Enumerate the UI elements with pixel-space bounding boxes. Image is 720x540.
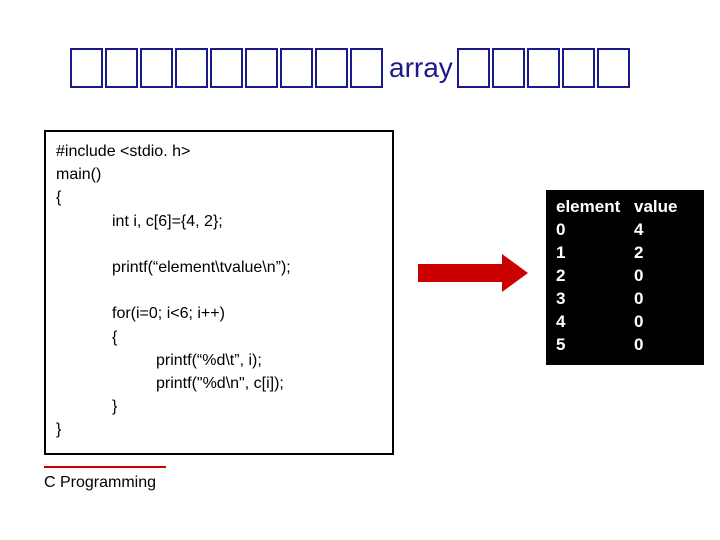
output-cell-value: 4	[634, 219, 643, 242]
placeholder-glyph-icon	[527, 48, 560, 88]
code-line: {	[56, 326, 382, 349]
placeholder-glyph-icon	[105, 48, 138, 88]
output-cell-value: 0	[634, 334, 643, 357]
output-cell-value: 0	[634, 311, 643, 334]
code-line	[56, 233, 382, 256]
output-row: 20	[556, 265, 694, 288]
output-cell-element: 5	[556, 334, 634, 357]
output-cell-element: 0	[556, 219, 634, 242]
output-cell-element: 2	[556, 265, 634, 288]
output-row: 04	[556, 219, 694, 242]
code-line: main()	[56, 163, 382, 186]
output-cell-element: 3	[556, 288, 634, 311]
program-output: element value 041220304050	[546, 190, 704, 365]
placeholder-glyph-icon	[70, 48, 103, 88]
code-line: }	[56, 395, 382, 418]
placeholder-glyph-icon	[175, 48, 208, 88]
code-line: #include <stdio. h>	[56, 140, 382, 163]
code-line: int i, c[6]={4, 2};	[56, 210, 382, 233]
code-line: {	[56, 186, 382, 209]
code-block: #include <stdio. h>main(){int i, c[6]={4…	[44, 130, 394, 455]
placeholder-glyph-icon	[315, 48, 348, 88]
output-row: 30	[556, 288, 694, 311]
code-line: }	[56, 418, 382, 441]
output-row: 50	[556, 334, 694, 357]
slide-title: array	[70, 38, 632, 98]
placeholder-glyph-icon	[245, 48, 278, 88]
code-line: printf(“%d\t”, i);	[56, 349, 382, 372]
placeholder-glyph-icon	[492, 48, 525, 88]
placeholder-glyph-icon	[350, 48, 383, 88]
placeholder-glyph-icon	[140, 48, 173, 88]
arrow-right-icon	[418, 258, 528, 288]
output-header-element: element	[556, 196, 634, 219]
output-cell-value: 2	[634, 242, 643, 265]
placeholder-glyph-icon	[457, 48, 490, 88]
output-cell-element: 4	[556, 311, 634, 334]
output-cell-value: 0	[634, 288, 643, 311]
code-line: printf("%d\n", c[i]);	[56, 372, 382, 395]
output-row: 40	[556, 311, 694, 334]
output-cell-element: 1	[556, 242, 634, 265]
code-line: for(i=0; i<6; i++)	[56, 302, 382, 325]
output-row: 12	[556, 242, 694, 265]
title-word: array	[389, 52, 453, 84]
footer-text: C Programming	[44, 474, 156, 492]
placeholder-glyph-icon	[210, 48, 243, 88]
output-header-value: value	[634, 196, 677, 219]
placeholder-glyph-icon	[280, 48, 313, 88]
placeholder-glyph-icon	[597, 48, 630, 88]
footer-accent-line	[44, 466, 166, 468]
code-line: printf(“element\tvalue\n”);	[56, 256, 382, 279]
output-cell-value: 0	[634, 265, 643, 288]
code-line	[56, 279, 382, 302]
placeholder-glyph-icon	[562, 48, 595, 88]
